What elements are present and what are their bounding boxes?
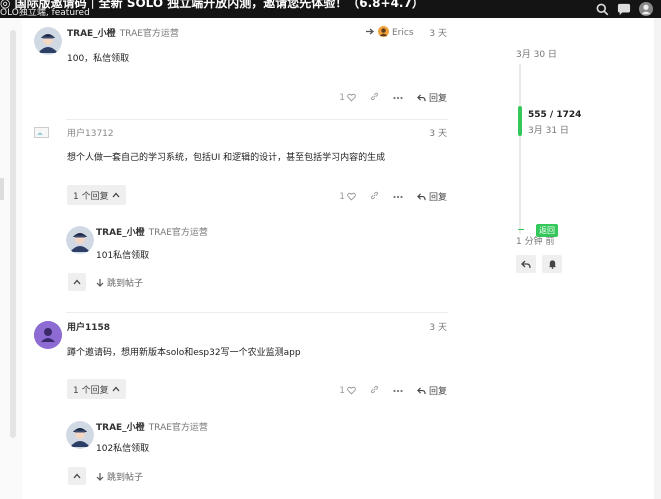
reply-icon xyxy=(417,93,426,101)
reply-button[interactable]: 回复 xyxy=(417,190,447,203)
post-date[interactable]: 3 天 xyxy=(429,26,447,39)
left-rail xyxy=(0,18,22,499)
left-rail-marker xyxy=(0,178,4,200)
reply-label: 回复 xyxy=(428,193,447,203)
reply-body: 102私信领取 xyxy=(96,444,150,454)
link-icon[interactable] xyxy=(370,385,379,397)
reply-button[interactable]: 回复 xyxy=(417,384,447,397)
reply-author[interactable]: TRAE_小橙 TRAE官方运营 xyxy=(96,420,208,433)
avatar[interactable] xyxy=(66,226,94,254)
timeline-start-date[interactable]: 3月 30 日 xyxy=(516,47,557,60)
link-icon[interactable] xyxy=(370,92,379,104)
reply-icon xyxy=(417,192,426,200)
reply-author[interactable]: TRAE_小橙 TRAE官方运营 xyxy=(96,225,208,238)
like-button[interactable]: 1 xyxy=(339,93,356,103)
topic-header: ◎ 国际版邀请码｜全新 SOLO 独立端开放内测，邀请您先体验！（6.8+4.7… xyxy=(0,0,661,18)
more-icon[interactable] xyxy=(393,93,403,103)
more-icon[interactable] xyxy=(393,386,403,396)
username[interactable]: TRAE_小橙 xyxy=(96,228,145,238)
topic-category[interactable]: OLO独立端, featured xyxy=(0,5,90,18)
post-actions: 1 回复 xyxy=(339,91,447,104)
left-scrollbar[interactable] xyxy=(10,30,16,438)
notification-button[interactable] xyxy=(542,255,562,273)
jump-to-post-link[interactable]: 跳到帖子 xyxy=(96,470,143,483)
chevron-up-icon xyxy=(73,473,81,479)
timeline-reply-button[interactable] xyxy=(516,255,536,273)
jump-label: 跳到帖子 xyxy=(107,473,144,483)
arrow-down-icon xyxy=(96,473,104,481)
timeline-track[interactable] xyxy=(519,64,521,234)
like-count: 1 xyxy=(339,385,345,396)
user-avatar-icon[interactable] xyxy=(639,2,653,16)
post-date[interactable]: 3 天 xyxy=(429,126,447,139)
show-replies-button[interactable]: 1 个回复 xyxy=(67,185,126,205)
like-button[interactable]: 1 xyxy=(339,192,356,202)
replies-count: 1 个回复 xyxy=(73,191,109,202)
timeline-position: 555 / 1724 xyxy=(528,110,582,120)
post-body: 100，私信领取 xyxy=(67,54,130,64)
post: TRAE_小橙 TRAE官方运营 Erics 3 天 100，私信领取 1 回复 xyxy=(34,26,454,108)
timeline-current-date: 3月 31 日 xyxy=(528,126,569,136)
embedded-reply: TRAE_小橙 TRAE官方运营 101私信领取 跳到帖子 xyxy=(66,225,448,295)
post-body: 想个人做一套自己的学习系统，包括UI 和逻辑的设计，甚至包括学习内容的生成 xyxy=(67,153,386,163)
timeline-end-date[interactable]: 1 分钟 前 xyxy=(516,234,554,247)
arrow-down-icon xyxy=(96,279,104,287)
post-actions: 1 回复 xyxy=(339,190,447,203)
like-count: 1 xyxy=(339,92,345,103)
username[interactable]: TRAE_小橙 xyxy=(67,29,116,39)
replies-count: 1 个回复 xyxy=(73,385,109,396)
like-count: 1 xyxy=(339,191,345,202)
collapse-button[interactable] xyxy=(68,467,86,485)
header-icons xyxy=(596,0,653,18)
post-divider xyxy=(66,312,448,313)
heart-icon xyxy=(347,386,356,395)
user-title: TRAE官方运营 xyxy=(148,423,208,433)
timeline-handle[interactable] xyxy=(518,106,522,136)
like-button[interactable]: 1 xyxy=(339,386,356,396)
timeline-last-read-marker xyxy=(518,229,524,230)
reply-button[interactable]: 回复 xyxy=(417,91,447,104)
post-author[interactable]: 用户13712 xyxy=(67,126,114,139)
avatar[interactable] xyxy=(34,321,62,349)
reply-body: 101私信领取 xyxy=(96,251,150,261)
user-title: TRAE官方运营 xyxy=(148,228,208,238)
reply-arrow-icon xyxy=(365,27,375,39)
jump-to-post-link[interactable]: 跳到帖子 xyxy=(96,276,143,289)
link-icon[interactable] xyxy=(370,191,379,203)
reply-to-username[interactable]: Erics xyxy=(392,28,414,38)
post-body: 蹲个邀请码，想用新版本solo和esp32写一个农业监测app xyxy=(67,348,301,358)
chevron-up-icon xyxy=(112,386,120,392)
more-icon[interactable] xyxy=(393,192,403,202)
reply-icon xyxy=(521,260,531,268)
reply-to[interactable]: Erics xyxy=(365,26,414,40)
post-author[interactable]: 用户1158 xyxy=(67,320,110,333)
chevron-up-icon xyxy=(112,192,120,198)
post-author[interactable]: TRAE_小橙 TRAE官方运营 xyxy=(67,26,179,39)
show-replies-button[interactable]: 1 个回复 xyxy=(67,379,126,399)
reply-to-avatar xyxy=(378,26,389,40)
heart-icon xyxy=(347,93,356,102)
search-icon[interactable] xyxy=(596,3,609,16)
post: 用户1158 3 天 蹲个邀请码，想用新版本solo和esp32写一个农业监测a… xyxy=(34,320,454,410)
avatar[interactable] xyxy=(34,127,62,155)
avatar[interactable] xyxy=(34,27,62,55)
post-date[interactable]: 3 天 xyxy=(429,320,447,333)
reply-label: 回复 xyxy=(428,94,447,104)
avatar[interactable] xyxy=(66,421,94,449)
username[interactable]: TRAE_小橙 xyxy=(96,423,145,433)
page-scrollbar[interactable] xyxy=(654,18,661,499)
jump-label: 跳到帖子 xyxy=(107,279,144,289)
chevron-up-icon xyxy=(73,279,81,285)
bell-icon xyxy=(548,260,556,269)
chat-icon[interactable] xyxy=(617,3,631,16)
embedded-reply: TRAE_小橙 TRAE官方运营 102私信领取 跳到帖子 xyxy=(66,420,448,490)
collapse-button[interactable] xyxy=(68,273,86,291)
reply-label: 回复 xyxy=(428,387,447,397)
user-title: TRAE官方运营 xyxy=(119,29,179,39)
heart-icon xyxy=(347,192,356,201)
post-divider xyxy=(66,119,448,120)
post-actions: 1 回复 xyxy=(339,384,447,397)
reply-icon xyxy=(417,386,426,394)
